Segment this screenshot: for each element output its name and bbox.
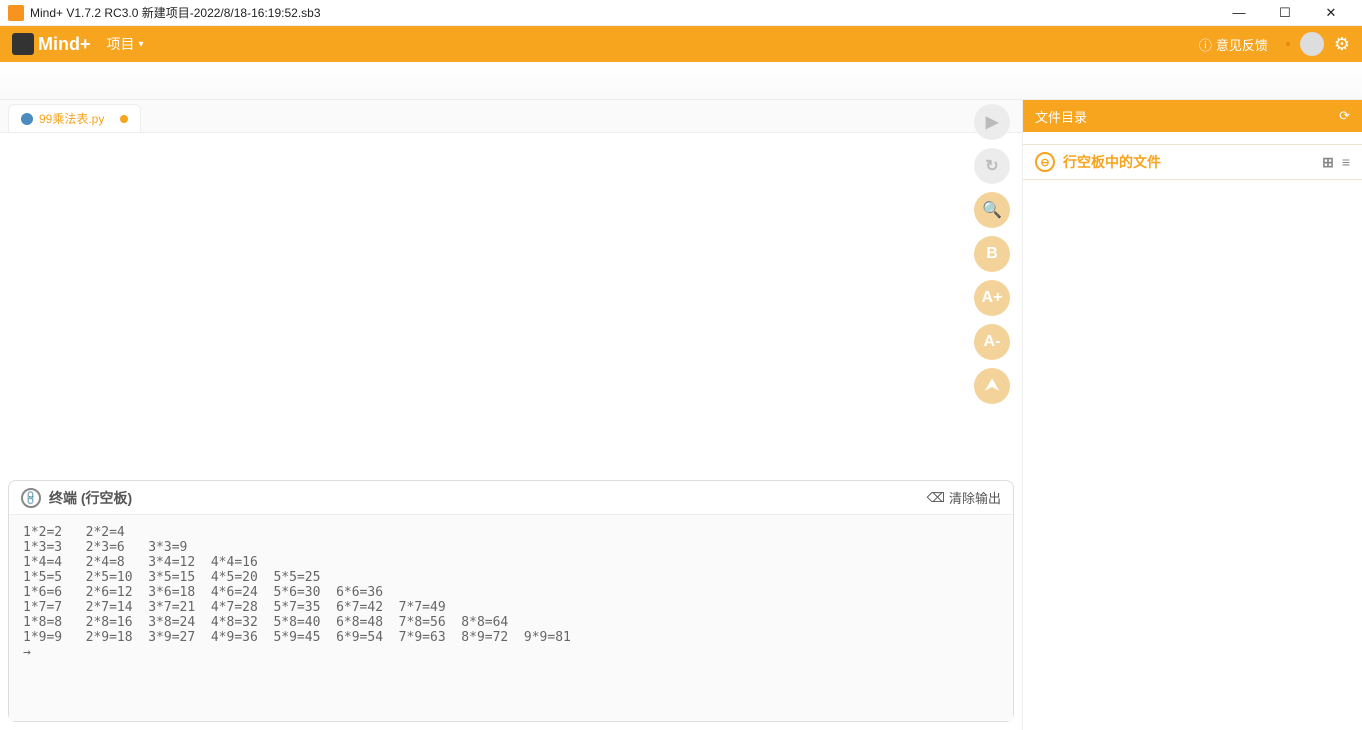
logo: Mind+ [12,33,91,55]
restart-button[interactable]: ↻ [974,148,1010,184]
window-title: Mind+ V1.7.2 RC3.0 新建项目-2022/8/18-16:19:… [30,4,321,21]
minimize-button[interactable]: — [1216,0,1262,26]
font-decrease-button[interactable]: A- [974,324,1010,360]
menubar: Mind+ 项目▾ ⓘ意见反馈 ⚙ [0,26,1362,62]
gear-icon[interactable]: ⚙ [1334,34,1350,55]
menu-icon[interactable]: ≡ [1342,154,1350,171]
python-icon [21,113,33,125]
file-dir-header: 文件目录 ⟳ [1023,100,1362,132]
board-files-header: ⊖ 行空板中的文件 ⊞≡ [1023,144,1362,180]
board-icon: ⊖ [1035,152,1055,172]
link-icon: 🔗 [17,483,45,511]
bold-button[interactable]: B [974,236,1010,272]
search-button[interactable]: 🔍 [974,192,1010,228]
terminal: 🔗 终端 (行空板) ⌫清除输出 1*2=2 2*2=4 1*3=3 2*3=6… [8,480,1014,722]
mode-switch[interactable] [1286,42,1290,46]
question-icon: ⓘ [1199,35,1212,54]
avatar[interactable] [1300,32,1324,56]
code-editor[interactable] [0,132,1022,472]
close-button[interactable]: ✕ [1308,0,1354,26]
menu-0[interactable]: 项目▾ [107,34,144,54]
sidebar: 文件目录 ⟳ ⊖ 行空板中的文件 ⊞≡ [1022,100,1362,730]
eraser-icon: ⌫ [927,490,945,506]
add-file-icon[interactable]: ⊞ [1322,154,1334,171]
logo-icon [12,33,34,55]
toolbar [0,62,1362,100]
titlebar: Mind+ V1.7.2 RC3.0 新建项目-2022/8/18-16:19:… [0,0,1362,26]
feedback-link[interactable]: ⓘ意见反馈 [1199,35,1268,54]
maximize-button[interactable]: ☐ [1262,0,1308,26]
clear-output-button[interactable]: ⌫清除输出 [927,488,1001,507]
tab-strip: 99乘法表.py [0,100,1022,132]
modified-dot-icon [120,115,128,123]
refresh-icon[interactable]: ⟳ [1339,108,1350,124]
run-button[interactable]: ▶ [974,104,1010,140]
font-increase-button[interactable]: A+ [974,280,1010,316]
app-icon [8,5,24,21]
file-tab[interactable]: 99乘法表.py [8,104,141,132]
terminal-output[interactable]: 1*2=2 2*2=4 1*3=3 2*3=6 3*3=9 1*4=4 2*4=… [9,515,1013,721]
collapse-button[interactable]: ⮝ [974,368,1010,404]
terminal-title: 终端 (行空板) [49,488,132,508]
